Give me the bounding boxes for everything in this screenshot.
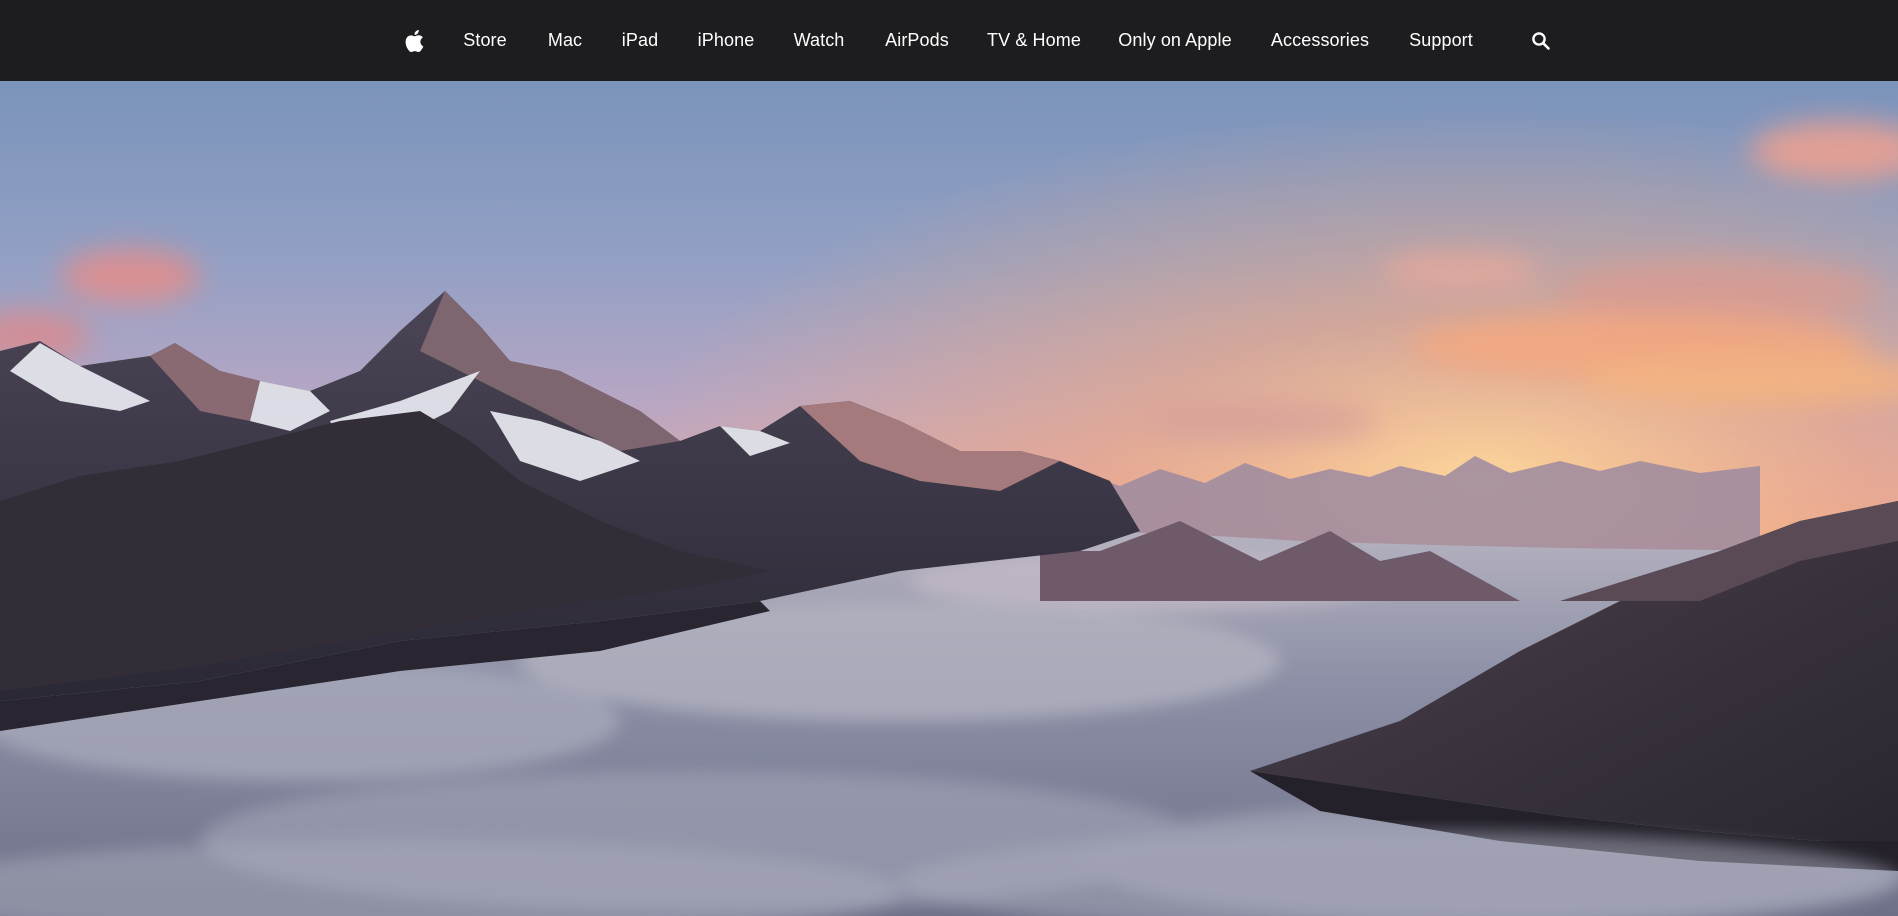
apple-logo-icon [405, 29, 424, 52]
nav-item-label: Mac [547, 30, 583, 50]
nav-item-label: Support [1409, 30, 1473, 50]
global-nav: Store Mac iPad iPhone Watch AirPods TV &… [0, 0, 1898, 81]
apple-logo-link[interactable] [404, 0, 424, 81]
nav-item-iphone[interactable]: iPhone [698, 0, 755, 81]
hero-section [0, 81, 1898, 916]
search-icon [1532, 31, 1550, 50]
nav-item-support[interactable]: Support [1409, 0, 1473, 81]
nav-item-tv-home[interactable]: TV & Home [987, 0, 1081, 81]
nav-item-label: Store [463, 30, 507, 50]
nav-item-ipad[interactable]: iPad [622, 0, 658, 81]
nav-item-store[interactable]: Store [463, 0, 507, 81]
nav-item-label: iPad [621, 30, 659, 50]
nav-list: Store Mac iPad iPhone Watch AirPods TV &… [0, 0, 1898, 81]
nav-item-only-on-apple[interactable]: Only on Apple [1118, 0, 1231, 81]
nav-item-label: AirPods [885, 30, 949, 50]
nav-item-label: Only on Apple [1118, 30, 1232, 50]
nav-item-mac[interactable]: Mac [548, 0, 582, 81]
nav-item-label: iPhone [697, 30, 755, 50]
nav-item-label: Watch [793, 30, 845, 50]
search-button[interactable] [1531, 0, 1551, 81]
hero-landscape-image [0, 81, 1898, 916]
nav-item-label: TV & Home [987, 30, 1081, 50]
nav-item-airpods[interactable]: AirPods [885, 0, 949, 81]
nav-item-accessories[interactable]: Accessories [1271, 0, 1369, 81]
nav-item-label: Accessories [1270, 30, 1370, 50]
nav-item-watch[interactable]: Watch [794, 0, 845, 81]
